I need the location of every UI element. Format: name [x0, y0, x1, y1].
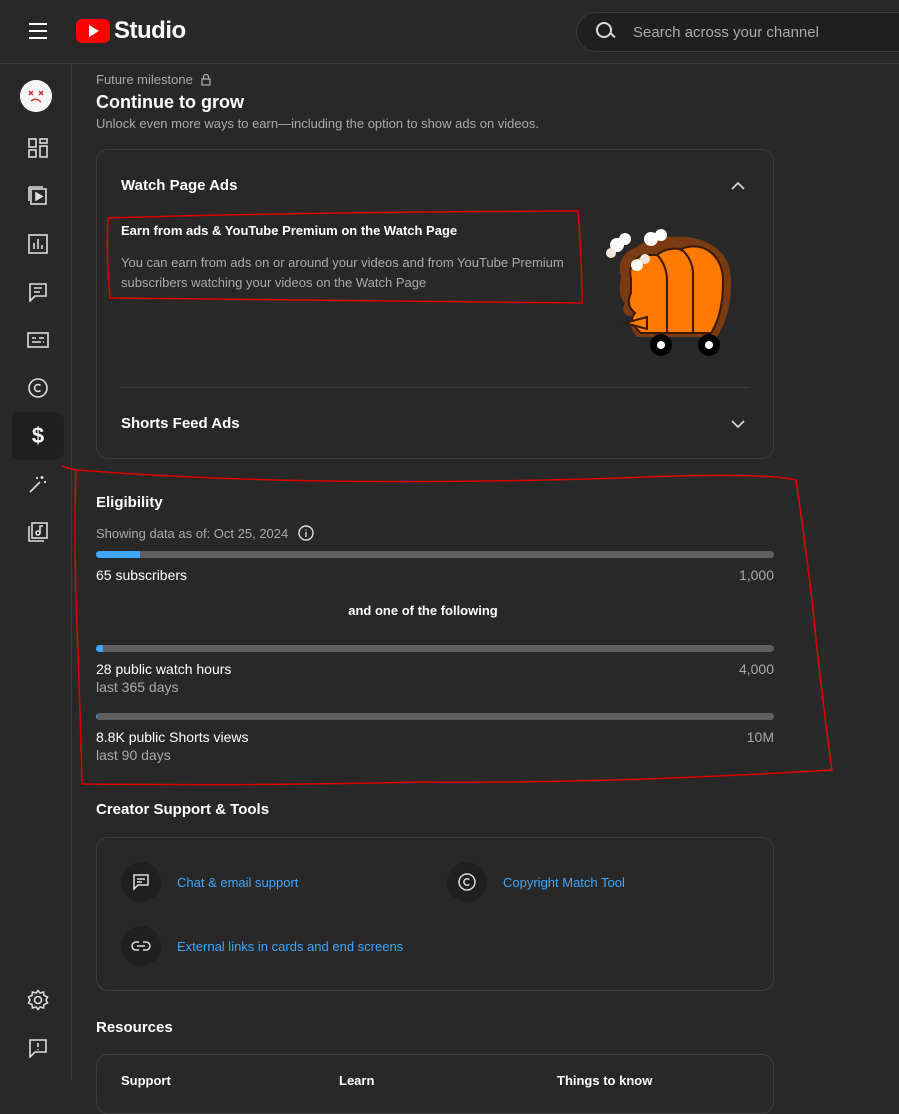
watch-hours-progress-bar — [96, 645, 774, 652]
subscribers-goal: 1,000 — [738, 567, 774, 583]
copyright-match-tool-label[interactable]: Copyright Match Tool — [503, 875, 625, 890]
copyright-icon — [447, 862, 487, 902]
milestone-label-row: Future milestone — [96, 72, 211, 87]
shorts-feed-ads-header[interactable]: Shorts Feed Ads — [121, 415, 240, 432]
copyright-icon[interactable] — [12, 364, 64, 412]
comments-icon[interactable] — [12, 268, 64, 316]
resources-support-heading: Support — [121, 1073, 171, 1088]
watch-hours-count: 28 public watch hours — [96, 661, 232, 677]
copyright-match-tool-link[interactable]: Copyright Match Tool — [447, 862, 625, 902]
logo-text: Studio — [114, 17, 186, 44]
milestone-label: Future milestone — [96, 72, 193, 87]
info-icon[interactable] — [298, 525, 314, 541]
sidebar: $ — [0, 64, 72, 1080]
analytics-icon[interactable] — [12, 220, 64, 268]
shorts-views-progress-fill — [96, 713, 97, 720]
data-date-row: Showing data as of: Oct 25, 2024 — [96, 525, 314, 541]
creator-support-title: Creator Support & Tools — [96, 801, 270, 818]
feedback-icon[interactable] — [12, 1024, 64, 1072]
menu-icon[interactable] — [22, 18, 54, 46]
earn-description: You can earn from ads on or around your … — [121, 255, 564, 290]
chat-icon — [121, 862, 161, 902]
chevron-down-icon[interactable] — [731, 417, 745, 431]
external-links-label[interactable]: External links in cards and end screens — [177, 939, 403, 954]
search-icon[interactable] — [595, 21, 617, 43]
creator-tools-card: Chat & email support Copyright Match Too… — [96, 837, 774, 991]
chat-email-support-label[interactable]: Chat & email support — [177, 875, 298, 890]
top-bar: Studio — [0, 0, 899, 64]
search-box[interactable] — [576, 12, 899, 52]
page-subtitle: Unlock even more ways to earn—including … — [96, 116, 539, 131]
chat-email-support-link[interactable]: Chat & email support — [121, 862, 298, 902]
resources-learn-heading: Learn — [339, 1073, 375, 1088]
youtube-play-icon — [76, 19, 110, 43]
shorts-views-period: last 90 days — [96, 747, 171, 763]
channel-avatar[interactable] — [20, 80, 52, 112]
watch-hours-goal: 4,000 — [738, 661, 774, 677]
popcorn-cart-illustration — [606, 229, 732, 356]
dashboard-icon[interactable] — [12, 124, 64, 172]
page-title: Continue to grow — [96, 92, 244, 112]
subscribers-progress-fill — [96, 551, 141, 558]
accordion-divider — [121, 387, 749, 388]
audio-library-icon[interactable] — [12, 508, 64, 556]
ads-accordion-card: Watch Page Ads Earn from ads & YouTube P… — [96, 149, 774, 459]
subtitles-icon[interactable] — [12, 316, 64, 364]
search-input[interactable] — [633, 23, 883, 41]
chevron-up-icon[interactable] — [731, 179, 745, 193]
data-date-label: Showing data as of: Oct 25, 2024 — [96, 525, 289, 541]
and-one-of-following: and one of the following — [348, 603, 498, 618]
subscribers-count: 65 subscribers — [96, 567, 188, 583]
watch-page-ads-header[interactable]: Watch Page Ads — [121, 177, 237, 194]
subscribers-progress-bar — [96, 551, 774, 558]
external-links-link[interactable]: External links in cards and end screens — [121, 926, 403, 966]
resources-title: Resources — [96, 1019, 173, 1036]
customization-icon[interactable] — [12, 460, 64, 508]
studio-logo[interactable]: Studio — [76, 17, 186, 45]
eligibility-title: Eligibility — [96, 494, 163, 511]
earn-title: Earn from ads & YouTube Premium on the W… — [121, 223, 458, 238]
settings-icon[interactable] — [12, 976, 64, 1024]
dollar-icon: $ — [31, 423, 45, 448]
resources-card: Support Learn Things to know — [96, 1054, 774, 1114]
shorts-views-count: 8.8K public Shorts views — [96, 729, 249, 745]
shorts-views-progress-bar — [96, 713, 774, 720]
watch-hours-period: last 365 days — [96, 679, 179, 695]
content-icon[interactable] — [12, 172, 64, 220]
resources-things-to-know-heading: Things to know — [557, 1073, 653, 1088]
watch-hours-progress-fill — [96, 645, 103, 652]
link-icon — [121, 926, 161, 966]
earn-icon[interactable]: $ — [12, 412, 64, 460]
shorts-views-goal: 10M — [746, 729, 774, 745]
lock-icon — [201, 73, 211, 86]
